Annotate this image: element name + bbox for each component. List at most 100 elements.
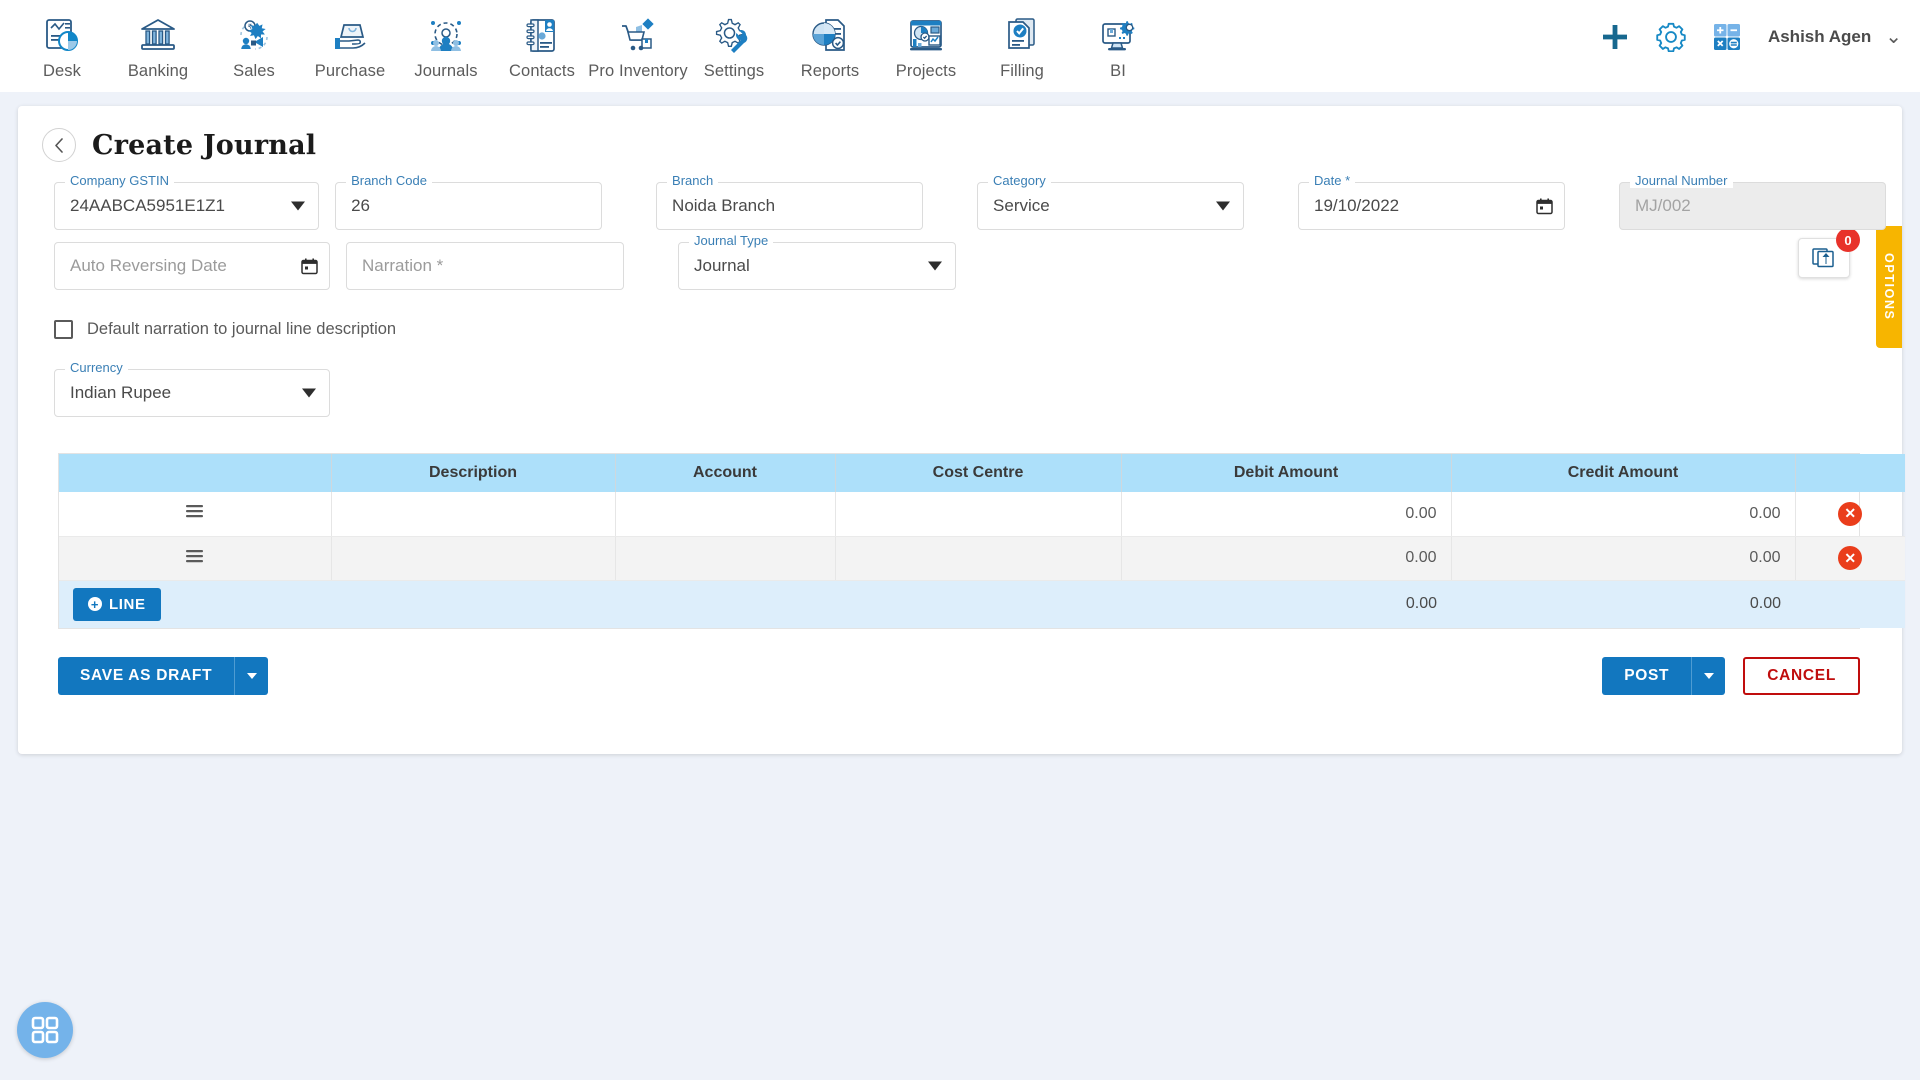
- nav-item-purchase[interactable]: Purchase: [302, 6, 398, 81]
- category-field[interactable]: Category Service: [977, 173, 1245, 230]
- journal-type-label: Journal Type: [689, 233, 774, 248]
- auto-reversing-date-placeholder: Auto Reversing Date: [70, 256, 227, 275]
- contacts-book-icon: [521, 12, 563, 60]
- col-debit-amount: Debit Amount: [1121, 454, 1452, 492]
- cell-debit[interactable]: 0.00: [1121, 536, 1452, 581]
- nav-label: Purchase: [314, 62, 386, 80]
- default-narration-checkbox-row[interactable]: Default narration to journal line descri…: [18, 290, 1902, 339]
- delete-circle-icon[interactable]: ✕: [1838, 546, 1863, 570]
- back-button[interactable]: [42, 128, 76, 162]
- options-tab[interactable]: OPTIONS: [1876, 226, 1902, 348]
- chevron-down-icon[interactable]: [291, 201, 306, 211]
- cancel-button[interactable]: CANCEL: [1743, 657, 1860, 695]
- cell-delete[interactable]: ✕: [1795, 536, 1905, 581]
- footer-spacer: [331, 580, 615, 628]
- journal-number-value: MJ/002: [1635, 196, 1691, 215]
- table-row[interactable]: 0.00 0.00 ✕: [59, 492, 1905, 537]
- post-dropdown[interactable]: [1691, 657, 1726, 695]
- narration-field[interactable]: Narration *: [346, 242, 624, 290]
- narration-placeholder: Narration *: [362, 256, 444, 275]
- inventory-cart-icon: [617, 12, 659, 60]
- drag-handle-icon[interactable]: [186, 549, 204, 563]
- filling-documents-check-icon: [1001, 12, 1043, 60]
- currency-field[interactable]: Currency Indian Rupee: [54, 360, 330, 417]
- attachment-count-badge: 0: [1836, 228, 1860, 252]
- auto-reversing-date-field[interactable]: Auto Reversing Date: [54, 242, 330, 290]
- branch-code-field[interactable]: Branch Code 26: [335, 173, 603, 230]
- chevron-down-icon[interactable]: [302, 388, 316, 398]
- desk-dashboard-icon: [41, 12, 83, 60]
- right-actions: POST CANCEL: [1602, 657, 1860, 695]
- chevron-down-icon[interactable]: [1216, 201, 1231, 211]
- cell-cost-centre[interactable]: [835, 492, 1122, 537]
- cell-credit[interactable]: 0.00: [1451, 536, 1796, 581]
- post-split-button[interactable]: POST: [1602, 657, 1726, 695]
- plus-icon[interactable]: [1600, 22, 1630, 52]
- nav-label: Banking: [127, 62, 189, 80]
- branch-value: Noida Branch: [672, 196, 776, 215]
- journal-lines-table: Description Account Cost Centre Debit Am…: [58, 453, 1905, 629]
- journal-type-value: Journal: [694, 256, 750, 275]
- nav-label: Contacts: [509, 62, 575, 80]
- add-line-button[interactable]: + LINE: [73, 587, 161, 621]
- upload-attachment-icon: [1812, 248, 1834, 268]
- nav-item-sales[interactable]: ₹ Sales: [206, 6, 302, 81]
- apps-launcher-button[interactable]: [17, 1002, 73, 1058]
- col-credit-amount: Credit Amount: [1451, 454, 1796, 492]
- nav-item-pro-inventory[interactable]: Pro Inventory: [588, 6, 688, 81]
- calendar-icon[interactable]: [301, 258, 318, 275]
- nav-item-projects[interactable]: Projects: [878, 6, 974, 81]
- table-row[interactable]: 0.00 0.00 ✕: [59, 536, 1905, 581]
- nav-item-settings[interactable]: Settings: [686, 6, 782, 81]
- field-box: [335, 182, 603, 230]
- nav-item-journals[interactable]: Journals: [398, 6, 494, 81]
- cell-cost-centre[interactable]: [835, 536, 1122, 581]
- date-field[interactable]: Date * 19/10/2022: [1298, 173, 1565, 230]
- calendar-icon[interactable]: [1536, 198, 1553, 215]
- save-as-draft-dropdown[interactable]: [234, 657, 269, 695]
- table-header-row: Description Account Cost Centre Debit Am…: [59, 454, 1905, 492]
- cell-debit[interactable]: 0.00: [1121, 492, 1452, 537]
- nav-item-banking[interactable]: Banking: [110, 6, 206, 81]
- user-menu[interactable]: Ashish Agen ⌄: [1768, 27, 1902, 47]
- nav-item-contacts[interactable]: Contacts: [494, 6, 590, 81]
- journal-number-field: Journal Number MJ/002: [1619, 173, 1886, 230]
- delete-circle-icon[interactable]: ✕: [1838, 501, 1863, 526]
- default-narration-checkbox[interactable]: [54, 320, 73, 339]
- nav-label: Pro Inventory: [588, 62, 688, 80]
- calculator-icon[interactable]: [1712, 22, 1742, 52]
- projects-dashboard-icon: [905, 12, 947, 60]
- journal-type-field[interactable]: Journal Type Journal: [678, 233, 956, 290]
- footer-spacer: [615, 580, 835, 628]
- save-as-draft-split-button[interactable]: SAVE AS DRAFT: [58, 657, 269, 695]
- gear-icon[interactable]: [1656, 22, 1686, 53]
- col-cost-centre: Cost Centre: [835, 454, 1122, 492]
- nav-item-filling[interactable]: Filling: [974, 6, 1070, 81]
- journal-number-label: Journal Number: [1630, 173, 1733, 188]
- branch-field[interactable]: Branch Noida Branch: [656, 173, 924, 230]
- footer-actions: SAVE AS DRAFT POST CANCEL: [58, 657, 1860, 695]
- upload-attachment-button[interactable]: 0: [1798, 228, 1860, 278]
- drag-handle-icon[interactable]: [186, 504, 204, 518]
- nav-item-reports[interactable]: Reports: [782, 6, 878, 81]
- cell-description[interactable]: [331, 536, 616, 581]
- post-button[interactable]: POST: [1602, 657, 1692, 695]
- bank-icon: [137, 12, 179, 60]
- cell-credit[interactable]: 0.00: [1451, 492, 1796, 537]
- nav-label: BI: [1110, 62, 1126, 80]
- nav-items: Desk Banking ₹ Sales Purchase Journals C…: [14, 6, 1166, 81]
- nav-label: Sales: [233, 62, 275, 80]
- col-handle: [59, 454, 332, 492]
- nav-item-bi[interactable]: BI: [1070, 6, 1166, 81]
- cell-account[interactable]: [615, 492, 836, 537]
- cell-account[interactable]: [615, 536, 836, 581]
- cell-description[interactable]: [331, 492, 616, 537]
- row-drag-cell[interactable]: [59, 536, 332, 581]
- chevron-down-icon[interactable]: [928, 261, 942, 271]
- save-as-draft-button[interactable]: SAVE AS DRAFT: [58, 657, 235, 695]
- total-credit: 0.00: [1451, 580, 1795, 628]
- cell-delete[interactable]: ✕: [1795, 492, 1905, 537]
- row-drag-cell[interactable]: [59, 492, 332, 537]
- nav-item-desk[interactable]: Desk: [14, 6, 110, 81]
- company-gstin-field[interactable]: Company GSTIN 24AABCA5951E1Z1: [54, 173, 320, 230]
